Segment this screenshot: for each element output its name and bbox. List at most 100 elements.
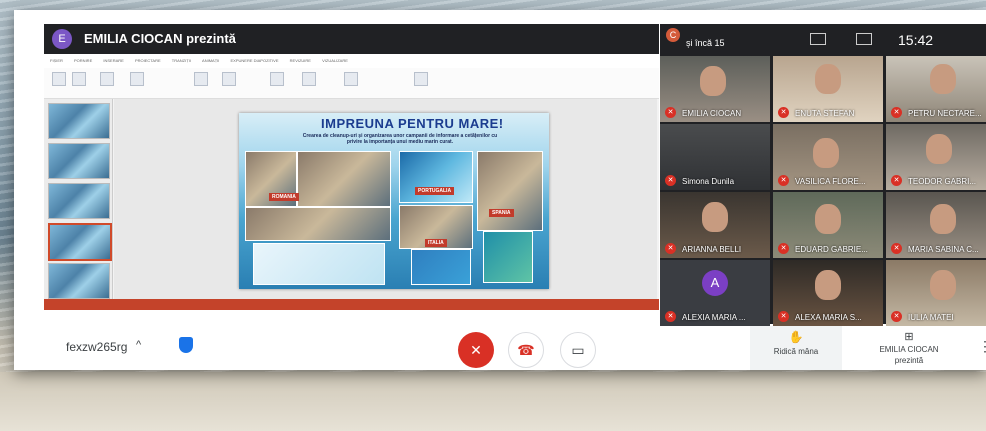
slide-canvas: IMPREUNA PENTRU MARE! Crearea de cleanup… (114, 99, 657, 299)
participant-tile[interactable]: ✕ ALEXA MARIA S... (773, 260, 883, 326)
slide-photo (411, 249, 471, 285)
hang-up-icon: ☎ (517, 342, 535, 358)
mic-toggle-button[interactable]: ✕ (458, 332, 494, 368)
leave-call-button[interactable]: ☎ (508, 332, 544, 368)
mic-off-icon: ✕ (665, 311, 676, 322)
participant-name: EDUARD GABRIE... (795, 245, 868, 254)
participant-name: MARIA SABINA C... (908, 245, 979, 254)
powerpoint-window: FIȘIER PORNIRE INSERARE PROIECTARE TRANZ… (44, 54, 659, 310)
participant-tile[interactable]: ✕ EMILIA CIOCAN (660, 56, 770, 122)
ribbon-icon[interactable] (344, 72, 358, 86)
participant-tile[interactable]: ✕ TEODOR GABRI... (886, 124, 986, 190)
ppt-tab[interactable]: EXPUNERE DIAPOZITIVE (231, 58, 279, 63)
participant-tile[interactable]: ✕ PETRU NECTARE... (886, 56, 986, 122)
ppt-tab[interactable]: VIZUALIZARE (322, 58, 348, 63)
meeting-code[interactable]: fexzw265rg (66, 340, 127, 354)
country-tag: ROMANIA (269, 193, 299, 201)
camera-toggle-button[interactable]: ▭ (560, 332, 596, 368)
chat-icon[interactable] (856, 33, 872, 45)
participant-name: PETRU NECTARE... (908, 109, 982, 118)
participant-tile[interactable]: ✕ EDUARD GABRIE... (773, 192, 883, 258)
mic-off-icon: ✕ (891, 175, 902, 186)
participant-name: ALEXA MARIA S... (795, 313, 862, 322)
mic-off-icon: ✕ (665, 243, 676, 254)
slide: IMPREUNA PENTRU MARE! Crearea de cleanup… (239, 113, 549, 289)
ppt-tab[interactable]: ANIMAȚII (202, 58, 219, 63)
participant-tile[interactable]: A ✕ ALEXIA MARIA ... (660, 260, 770, 326)
slide-photo (477, 151, 543, 231)
slide-thumbnail[interactable] (48, 143, 110, 179)
slide-thumbnail[interactable] (48, 263, 110, 299)
participant-name: VASILICA FLORE... (795, 177, 866, 186)
slide-title: IMPREUNA PENTRU MARE! (321, 116, 504, 131)
presentation-button[interactable]: ⊞ EMILIA CIOCAN prezintă (868, 326, 950, 370)
more-options-icon[interactable]: ⋮ (978, 338, 986, 355)
ppt-tab[interactable]: FIȘIER (50, 58, 63, 63)
participant-tile[interactable]: ✕ Simona Dunila (660, 124, 770, 190)
participant-name: EMILIA CIOCAN (682, 109, 742, 118)
raise-hand-button[interactable]: ✋ Ridică mâna (750, 326, 842, 370)
participant-name: Simona Dunila (682, 177, 735, 186)
mic-off-icon: ✕ (778, 175, 789, 186)
present-icon: ⊞ (904, 331, 914, 343)
slide-photo (297, 151, 391, 207)
clock: 15:42 (898, 32, 934, 48)
slide-thumbnail[interactable] (48, 103, 110, 139)
ppt-tab[interactable]: INSERARE (103, 58, 123, 63)
ppt-tab[interactable]: PORNIRE (74, 58, 92, 63)
mic-off-icon: ✕ (665, 175, 676, 186)
mic-off-icon: ✕ (891, 311, 902, 322)
presentation-title: EMILIA CIOCAN prezintă (84, 31, 236, 46)
chevron-up-icon[interactable]: ^ (136, 339, 141, 351)
participant-tile[interactable]: ✕ ARIANNA BELLI (660, 192, 770, 258)
participant-tile[interactable]: ✕ VASILICA FLORE... (773, 124, 883, 190)
ribbon-icon[interactable] (302, 72, 316, 86)
shield-icon[interactable] (179, 337, 193, 353)
ribbon-icon[interactable] (270, 72, 284, 86)
ribbon-icon[interactable] (52, 72, 66, 86)
participant-tile[interactable]: ✕ ENUTA STEFAN (773, 56, 883, 122)
hand-icon: ✋ (788, 330, 804, 344)
presenter-label-1: EMILIA CIOCAN (879, 345, 939, 354)
participant-tile[interactable]: ✕ IULIA MATEI (886, 260, 986, 326)
mic-off-icon: ✕ (470, 342, 482, 358)
ribbon-icon[interactable] (194, 72, 208, 86)
slide-thumbnail[interactable] (48, 183, 110, 219)
country-tag: ITALIA (425, 239, 447, 247)
mic-off-icon: ✕ (891, 107, 902, 118)
ppt-tab[interactable]: PROIECTARE (135, 58, 161, 63)
presenter-avatar: E (52, 29, 72, 49)
slide-thumbnail-selected[interactable] (48, 223, 112, 261)
ppt-status-bar (44, 299, 659, 310)
participant-name: ALEXIA MARIA ... (682, 313, 746, 322)
country-tag: PORTUGALIA (415, 187, 455, 195)
more-participants-label: și încă 15 (686, 38, 725, 48)
meet-window: E EMILIA CIOCAN prezintă FIȘIER PORNIRE … (14, 10, 986, 370)
ribbon-icon[interactable] (414, 72, 428, 86)
captions-icon[interactable] (810, 33, 826, 45)
ppt-tab[interactable]: REVIZUIRE (290, 58, 311, 63)
slide-photo (483, 231, 533, 283)
ribbon-icon[interactable] (72, 72, 86, 86)
participant-avatar: A (702, 270, 728, 296)
mic-off-icon: ✕ (891, 243, 902, 254)
camera-icon: ▭ (571, 342, 585, 358)
slide-thumbnails (44, 99, 113, 299)
participant-name: ENUTA STEFAN (795, 109, 855, 118)
ribbon-icon[interactable] (222, 72, 236, 86)
participant-name: IULIA MATEI (908, 313, 954, 322)
slide-subtitle: Crearea de cleanup-uri și organizarea un… (302, 133, 498, 145)
mic-off-icon: ✕ (778, 107, 789, 118)
participant-avatar: C (666, 28, 680, 42)
participant-tile[interactable]: ✕ MARIA SABINA C... (886, 192, 986, 258)
presentation-header: E EMILIA CIOCAN prezintă (44, 24, 659, 54)
ribbon-icon[interactable] (100, 72, 114, 86)
participant-name: ARIANNA BELLI (682, 245, 742, 254)
raise-hand-label: Ridică mâna (773, 347, 819, 356)
meeting-controls: fexzw265rg ^ ✕ ☎ ▭ ✋ Ridică mâna ⊞ EMILI… (44, 326, 986, 370)
slide-infographic (253, 243, 385, 285)
mic-off-icon: ✕ (778, 311, 789, 322)
ribbon-icon[interactable] (130, 72, 144, 86)
ppt-tab[interactable]: TRANZIȚII (172, 58, 191, 63)
slide-photo (399, 151, 473, 203)
